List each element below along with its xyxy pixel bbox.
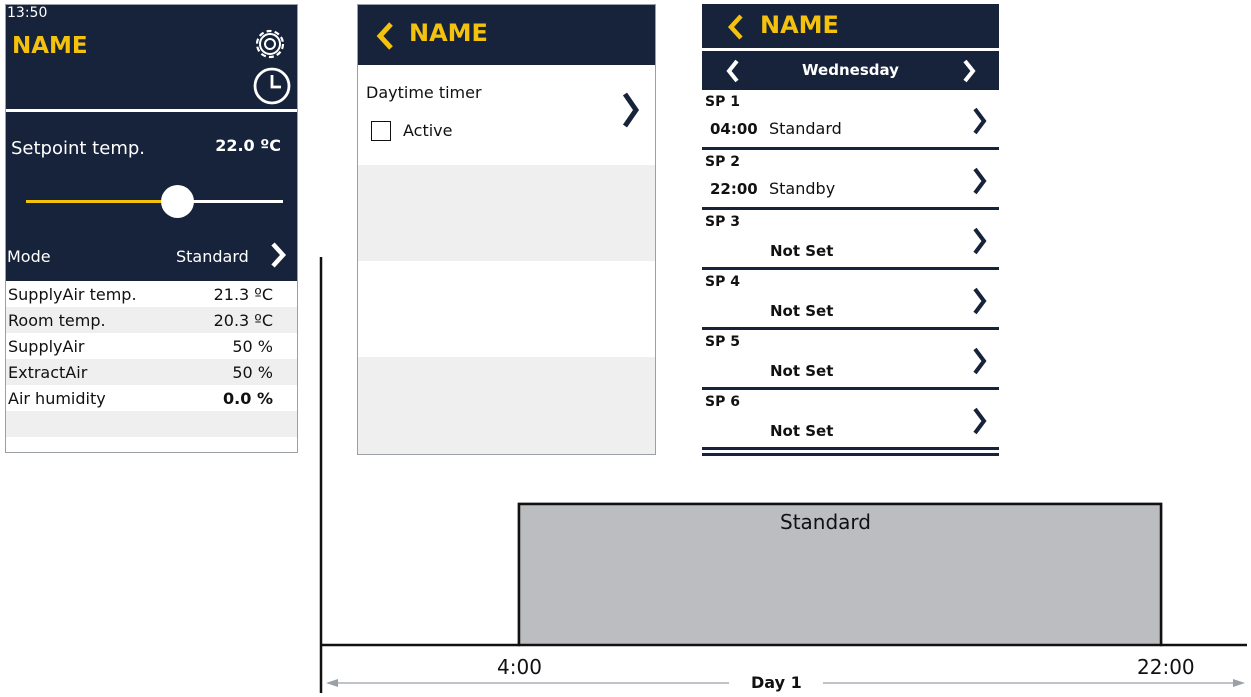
clock-icon[interactable] [251, 65, 293, 107]
setpoint-name: SP 6 [705, 394, 740, 410]
reading-row: Room temp. 20.3 ºC [6, 307, 297, 333]
main-header: 13:50 NAME [6, 5, 297, 109]
reading-value: 20.3 ºC [213, 310, 273, 330]
active-checkbox-label[interactable]: Active [403, 121, 453, 140]
reading-row: SupplyAir temp. 21.3 ºC [6, 281, 297, 307]
reading-value: 21.3 ºC [213, 284, 273, 304]
setpoint-mode: Standard [769, 119, 842, 138]
reading-value: 0.0 % [223, 388, 273, 408]
slider-track-filled[interactable] [26, 200, 176, 203]
timer-header: NAME [358, 5, 655, 65]
chevron-left-icon[interactable] [374, 20, 396, 52]
setpoint-value: 22.0 ºC [215, 136, 281, 155]
setpoint-item[interactable]: SP 6 Not Set [702, 390, 999, 450]
setpoint-time: 22:00 [710, 180, 758, 198]
chevron-right-icon[interactable] [972, 286, 988, 316]
reading-label: SupplyAir temp. [8, 284, 137, 304]
block-label: Standard [780, 510, 871, 534]
readings-list: SupplyAir temp. 21.3 ºC Room temp. 20.3 … [6, 281, 297, 437]
daytime-timer-label[interactable]: Daytime timer [366, 83, 482, 102]
schedule-title: NAME [760, 11, 839, 39]
mode-label: Mode [7, 247, 51, 266]
main-screen: 13:50 NAME Setpoint temp. 22.0 ºC Mode S… [5, 4, 298, 453]
header-divider [358, 65, 655, 68]
chevron-right-icon[interactable] [972, 106, 988, 136]
setpoint-name: SP 3 [705, 214, 740, 230]
schedule-screen: NAME Wednesday SP 1 04:00 Standard SP 2 … [702, 4, 999, 456]
setpoint-not-set: Not Set [770, 302, 834, 320]
reading-row: Air humidity 0.0 % [6, 385, 297, 411]
active-checkbox[interactable] [371, 121, 391, 141]
start-time-label: 4:00 [497, 655, 542, 679]
setpoint-not-set: Not Set [770, 242, 834, 260]
setpoint-item[interactable]: SP 3 Not Set [702, 210, 999, 270]
reading-label: Room temp. [8, 310, 106, 330]
chevron-right-icon[interactable] [972, 406, 988, 436]
reading-label: Air humidity [8, 388, 106, 408]
setpoint-name: SP 4 [705, 274, 740, 290]
setpoint-name: SP 2 [705, 154, 740, 170]
setpoint-item[interactable]: SP 2 22:00 Standby [702, 150, 999, 210]
reading-row-empty [6, 411, 297, 437]
reading-value: 50 % [232, 336, 273, 356]
day-name: Wednesday [802, 61, 899, 79]
day-arrow-left-head [326, 679, 338, 687]
list-bottom-border [702, 453, 999, 456]
setpoint-item[interactable]: SP 1 04:00 Standard [702, 90, 999, 150]
setpoint-item[interactable]: SP 4 Not Set [702, 270, 999, 330]
setpoint-name: SP 5 [705, 334, 740, 350]
clock-time: 13:50 [7, 5, 48, 21]
timer-screen: NAME Daytime timer Active [357, 4, 656, 455]
chevron-right-icon[interactable] [972, 166, 988, 196]
setpoint-item[interactable]: SP 5 Not Set [702, 330, 999, 390]
gear-icon[interactable] [249, 23, 291, 65]
empty-row [358, 165, 655, 261]
reading-value: 50 % [232, 362, 273, 382]
setpoint-not-set: Not Set [770, 422, 834, 440]
chevron-right-icon[interactable] [268, 241, 288, 269]
setpoint-time: 04:00 [710, 120, 758, 138]
setpoint-not-set: Not Set [770, 362, 834, 380]
reading-label: SupplyAir [8, 336, 85, 356]
chevron-right-icon[interactable] [621, 90, 641, 130]
day-selector: Wednesday [702, 51, 999, 90]
empty-row [358, 357, 655, 454]
reading-row: ExtractAir 50 % [6, 359, 297, 385]
reading-label: ExtractAir [8, 362, 88, 382]
slider-knob[interactable] [161, 185, 194, 218]
end-time-label: 22:00 [1137, 655, 1195, 679]
day-label: Day 1 [751, 673, 802, 692]
schedule-header: NAME [702, 4, 999, 48]
device-title: NAME [12, 33, 88, 59]
day-arrow-right-head [1233, 679, 1245, 687]
reading-row: SupplyAir 50 % [6, 333, 297, 359]
setpoint-label: Setpoint temp. [11, 138, 145, 159]
chevron-right-icon[interactable] [972, 226, 988, 256]
chevron-right-icon[interactable] [972, 346, 988, 376]
next-day-icon[interactable] [960, 58, 978, 84]
chevron-left-icon[interactable] [725, 12, 747, 42]
timer-title: NAME [409, 19, 488, 47]
setpoint-name: SP 1 [705, 94, 740, 110]
setpoint-mode: Standby [769, 179, 836, 198]
setpoint-panel: Setpoint temp. 22.0 ºC Mode Standard [6, 112, 297, 281]
mode-value[interactable]: Standard [176, 247, 249, 266]
